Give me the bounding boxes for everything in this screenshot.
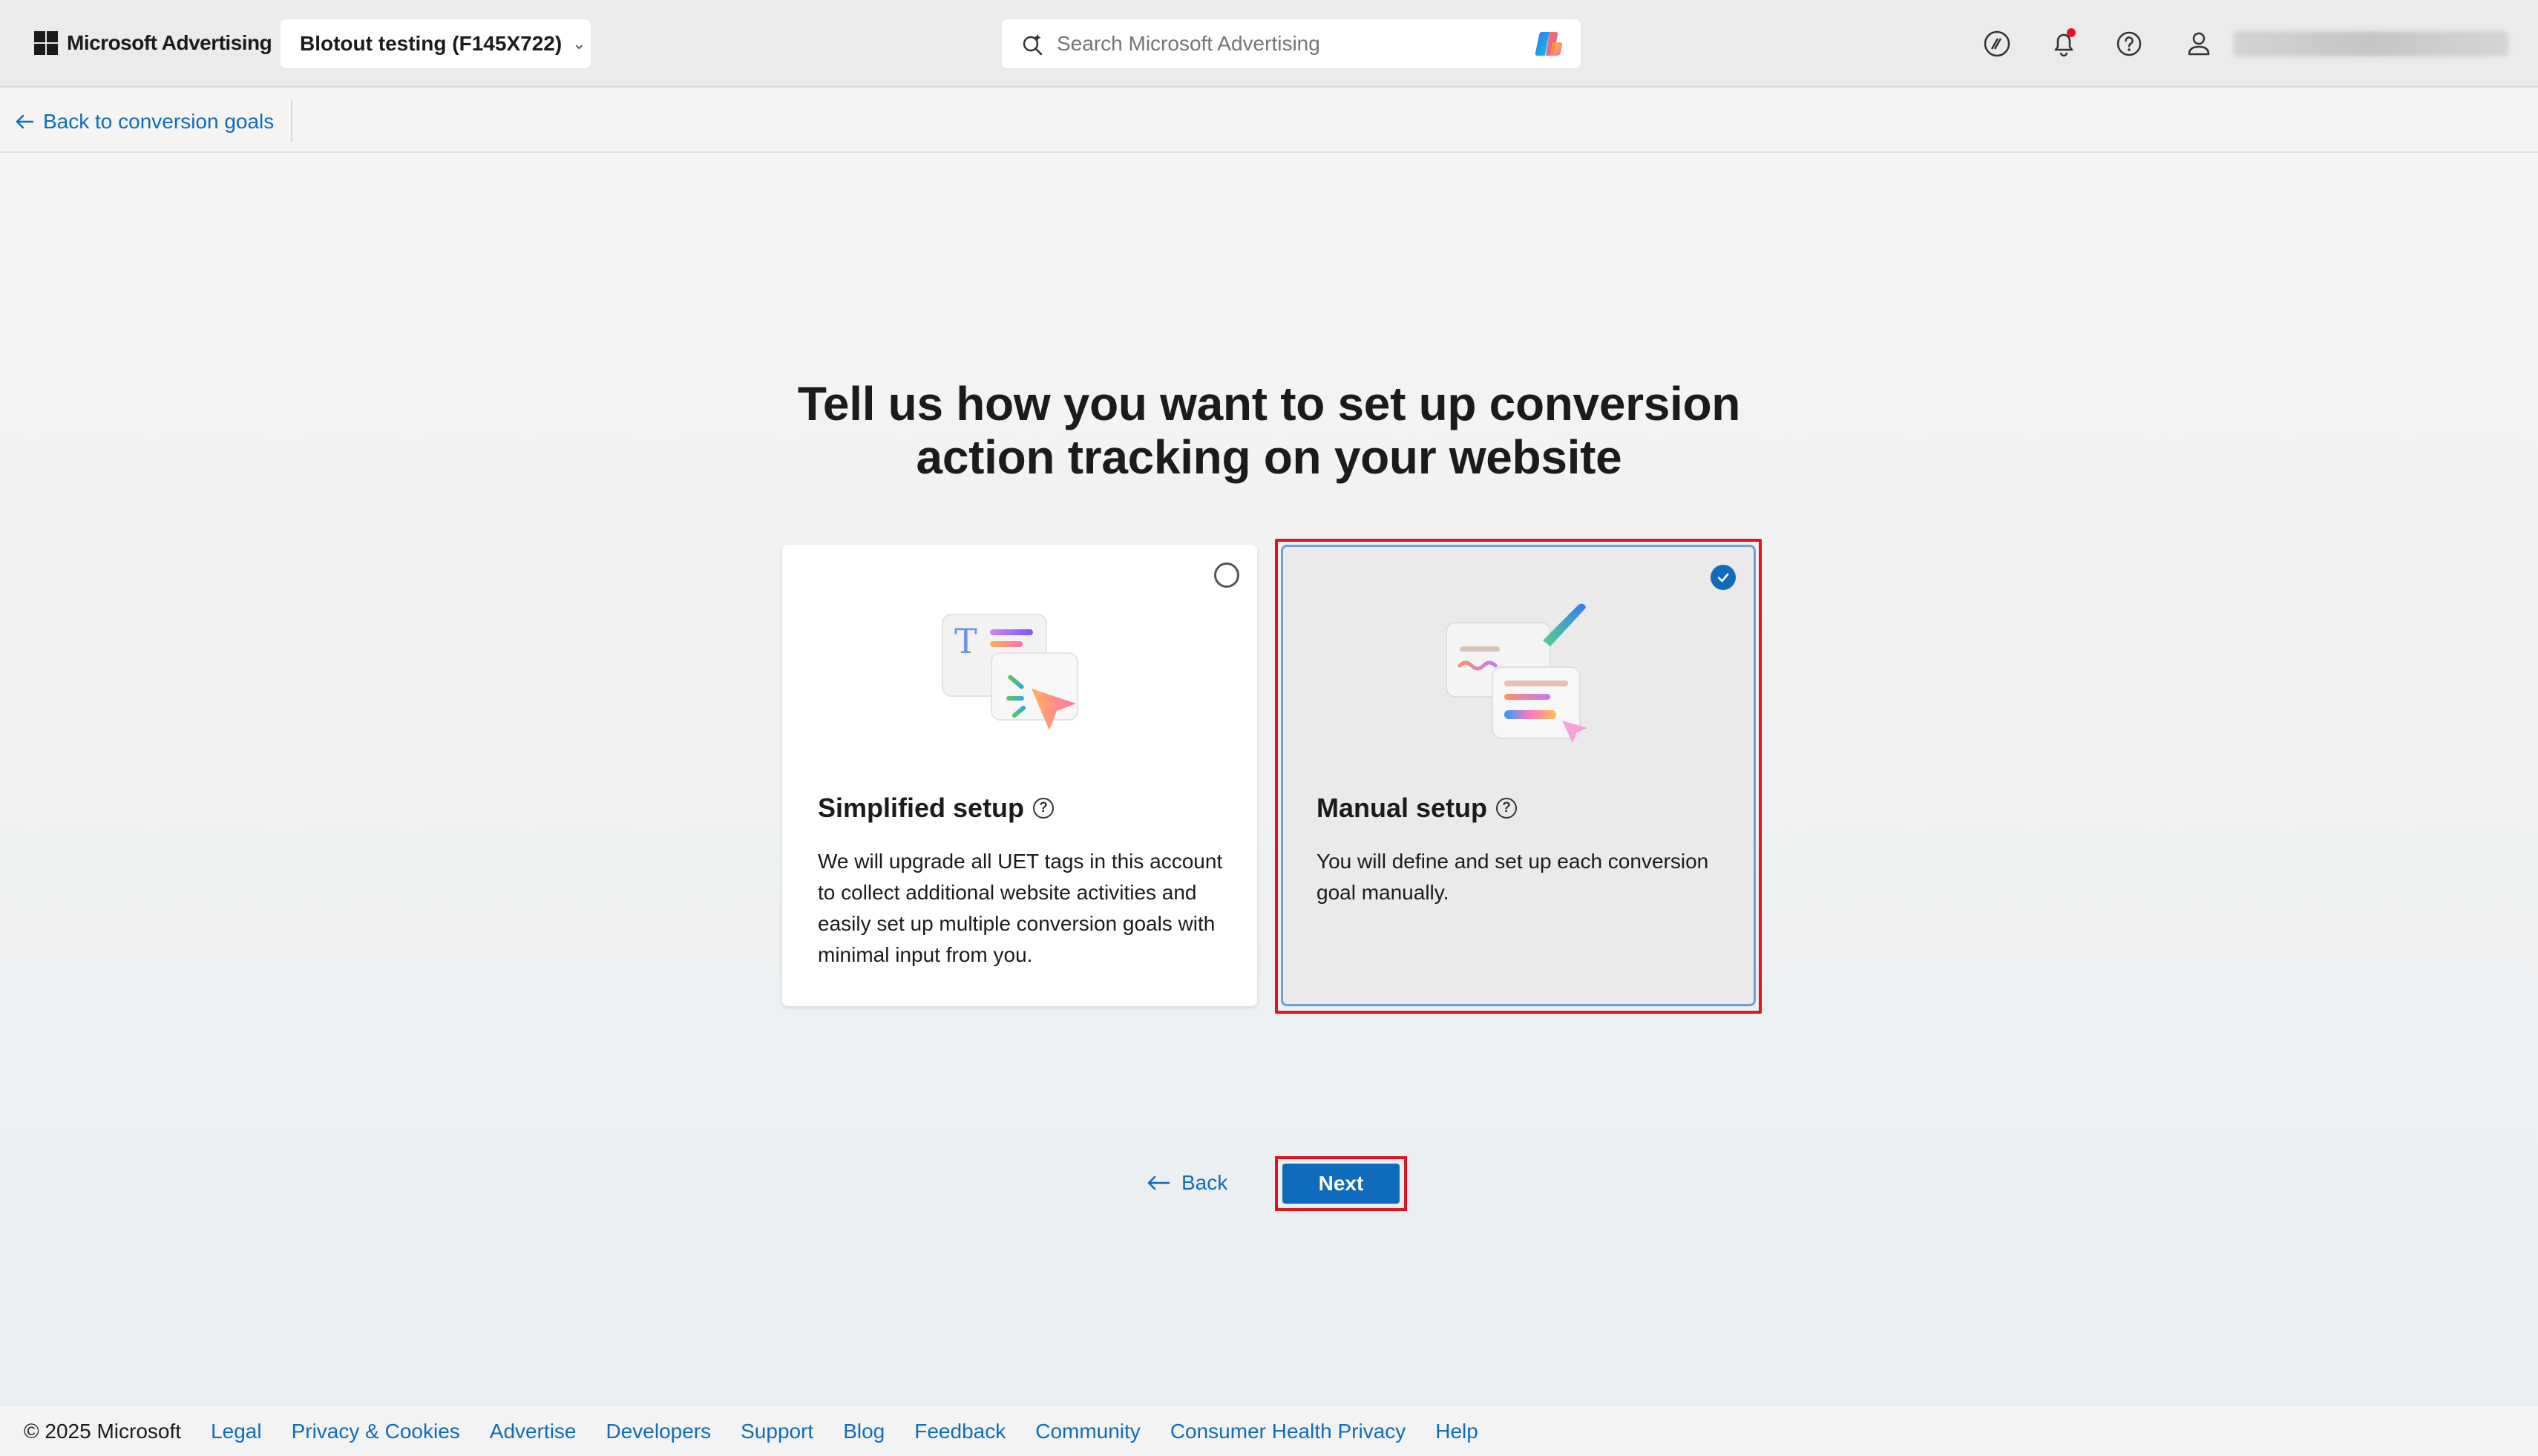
- copilot-icon[interactable]: [1533, 29, 1564, 59]
- manual-setup-card[interactable]: Manual setup ? You will define and set u…: [1281, 545, 1756, 1006]
- footer-link-support[interactable]: Support: [741, 1420, 813, 1443]
- bell-icon[interactable]: [2047, 27, 2081, 61]
- back-button-label: Back: [1181, 1171, 1228, 1194]
- help-icon[interactable]: [2112, 27, 2146, 61]
- footer-link-advertise[interactable]: Advertise: [490, 1420, 577, 1443]
- footer-link-consumer-health-privacy[interactable]: Consumer Health Privacy: [1170, 1420, 1406, 1443]
- search-box[interactable]: [1002, 19, 1581, 68]
- page-title-line-1: Tell us how you want to set up conversio…: [797, 377, 1741, 430]
- brand-logo[interactable]: Microsoft Advertising: [34, 28, 272, 58]
- footer-link-blog[interactable]: Blog: [843, 1420, 885, 1443]
- simplified-setup-title-text: Simplified setup: [818, 793, 1025, 823]
- simplified-setup-illustration-icon: T: [942, 614, 1078, 730]
- notification-dot: [2067, 28, 2076, 37]
- manual-setup-radio-checked[interactable]: [1711, 565, 1736, 590]
- page-title: Tell us how you want to set up conversio…: [668, 377, 1870, 484]
- footer-link-help[interactable]: Help: [1435, 1420, 1478, 1443]
- checkmark-icon: [1717, 573, 1729, 583]
- manual-setup-title: Manual setup ?: [1316, 793, 1518, 824]
- arrow-left-icon: [16, 114, 34, 129]
- next-button[interactable]: Next: [1282, 1164, 1400, 1204]
- top-bar: Microsoft Advertising Blotout testing (F…: [0, 0, 2538, 88]
- account-picker[interactable]: Blotout testing (F145X722) ⌄: [281, 19, 591, 68]
- svg-text:T: T: [954, 621, 977, 661]
- arrow-left-icon: [1147, 1175, 1170, 1190]
- chevron-down-icon: ⌄: [572, 34, 586, 53]
- copyright-text: © 2025 Microsoft: [24, 1420, 182, 1443]
- back-button[interactable]: Back: [1146, 1165, 1227, 1201]
- footer-link-privacy-cookies[interactable]: Privacy & Cookies: [292, 1420, 460, 1443]
- info-help-icon[interactable]: ?: [1496, 798, 1518, 819]
- footer: © 2025 Microsoft Legal Privacy & Cookies…: [0, 1407, 2538, 1456]
- manual-setup-illustration-icon: [1446, 603, 1587, 743]
- account-name: Blotout testing (F145X722): [300, 32, 563, 55]
- back-to-conversion-goals-link[interactable]: Back to conversion goals: [13, 107, 274, 137]
- simplified-setup-card[interactable]: T Simplified setup ? We will upgrade all…: [782, 545, 1257, 1006]
- sub-navigation-bar: Back to conversion goals: [0, 89, 2538, 153]
- footer-link-feedback[interactable]: Feedback: [914, 1420, 1006, 1443]
- info-help-icon[interactable]: ?: [1033, 798, 1055, 819]
- profile-icon[interactable]: [2182, 27, 2216, 61]
- divider: [291, 99, 292, 142]
- back-link-label: Back to conversion goals: [43, 110, 275, 133]
- simplified-setup-title: Simplified setup ?: [818, 793, 1055, 824]
- user-email-redacted[interactable]: [2234, 31, 2508, 56]
- footer-link-developers[interactable]: Developers: [606, 1420, 711, 1443]
- manual-setup-description: You will define and set up each conversi…: [1316, 850, 1709, 904]
- footer-link-community[interactable]: Community: [1035, 1420, 1141, 1443]
- brand-name: Microsoft Advertising: [67, 31, 272, 54]
- simplified-setup-radio[interactable]: [1214, 563, 1239, 588]
- microsoft-logo-icon: [34, 31, 58, 55]
- simplified-setup-description: We will upgrade all UET tags in this acc…: [818, 850, 1223, 966]
- people-icon[interactable]: [1980, 27, 2014, 61]
- footer-link-legal[interactable]: Legal: [211, 1420, 262, 1443]
- page-title-line-2: action tracking on your website: [916, 430, 1622, 484]
- search-input[interactable]: [1057, 32, 1517, 56]
- search-sparkle-icon: [1023, 34, 1043, 56]
- manual-setup-title-text: Manual setup: [1316, 793, 1488, 823]
